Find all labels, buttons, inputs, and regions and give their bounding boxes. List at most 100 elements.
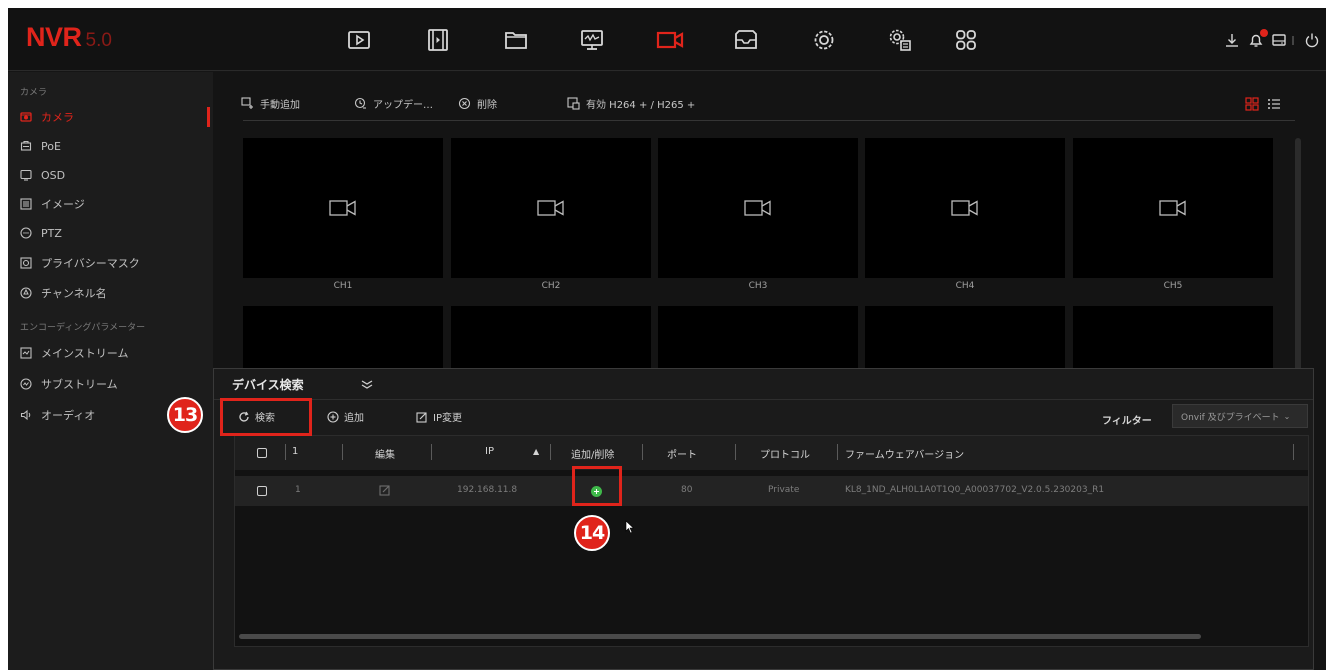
channel-label-5: CH5 xyxy=(1163,281,1183,291)
toolbar-divider xyxy=(243,120,1295,121)
delete-button[interactable]: 削除 xyxy=(458,96,497,111)
channel-tile-5[interactable] xyxy=(1073,138,1273,278)
add-button[interactable]: 追加 xyxy=(327,409,364,424)
collapse-icon[interactable] xyxy=(360,376,374,390)
select-all-checkbox[interactable] xyxy=(257,448,267,458)
sort-asc-icon[interactable]: ▲ xyxy=(533,447,539,456)
osd-icon xyxy=(20,169,32,181)
storage-icon[interactable] xyxy=(732,26,760,54)
step-marker-14: 14 xyxy=(574,515,610,551)
highlight-add-device xyxy=(572,466,622,506)
delete-icon xyxy=(458,97,471,110)
list-view-icon[interactable] xyxy=(1267,96,1281,110)
image-icon xyxy=(20,198,32,210)
download-icon[interactable] xyxy=(1224,32,1240,48)
ip-change-button[interactable]: IP変更 xyxy=(416,409,462,424)
add-circle-icon xyxy=(327,410,339,423)
horizontal-scrollbar[interactable] xyxy=(239,634,1201,639)
header-add-delete: 追加/削除 xyxy=(571,450,615,461)
sidebar-item-poe[interactable]: PoE xyxy=(8,135,213,157)
update-button[interactable]: アップデー… xyxy=(354,96,433,111)
header-protocol: プロトコル xyxy=(760,450,810,461)
table-row[interactable]: 1 192.168.11.8 80 Private KL8_1ND_ALH0L1… xyxy=(235,476,1308,506)
audio-icon xyxy=(20,409,32,421)
system-settings-icon[interactable] xyxy=(886,26,914,54)
monitor-icon[interactable] xyxy=(578,26,606,54)
camera-icon xyxy=(744,198,772,218)
row-ip: 192.168.11.8 xyxy=(457,485,518,495)
video-clips-icon[interactable] xyxy=(424,26,452,54)
alarm-badge xyxy=(1260,29,1268,37)
channel-tile-2[interactable] xyxy=(451,138,651,278)
filter-label: フィルター xyxy=(1102,416,1152,427)
device-search-dialog: デバイス検索 検索 追加 IP変更 フィルター Onvif 及びプライベート ⌄… xyxy=(213,368,1314,670)
camera-icon xyxy=(951,198,979,218)
codec-icon xyxy=(567,97,580,110)
power-icon[interactable] xyxy=(1304,32,1320,48)
sidebar-item-sub-stream[interactable]: サブストリーム xyxy=(8,373,213,395)
channel-label-4: CH4 xyxy=(955,281,975,291)
channel-tile-4[interactable] xyxy=(865,138,1065,278)
settings-icon[interactable] xyxy=(810,26,838,54)
row-protocol: Private xyxy=(768,485,800,495)
manual-add-icon xyxy=(241,97,253,109)
sidebar-item-ptz[interactable]: PTZ xyxy=(8,222,213,244)
row-port: 80 xyxy=(681,485,693,495)
camera-icon xyxy=(537,198,565,218)
mouse-cursor-icon xyxy=(625,520,635,534)
apps-grid-icon[interactable] xyxy=(952,26,980,54)
camera-icon xyxy=(20,111,32,123)
sidebar-item-main-stream[interactable]: メインストリーム xyxy=(8,342,213,364)
channel-tile-3[interactable] xyxy=(658,138,858,278)
header-ip[interactable]: IP xyxy=(485,446,494,457)
camera-icon xyxy=(1159,198,1187,218)
manual-add-button[interactable]: 手動追加 xyxy=(241,96,300,111)
row-checkbox[interactable] xyxy=(257,486,267,496)
channel-label-1: CH1 xyxy=(333,281,353,291)
edit-icon xyxy=(416,411,427,423)
sidebar-section-encoding: エンコーディングパラメーター xyxy=(20,323,146,333)
header-count: 1 xyxy=(292,446,299,457)
ptz-icon xyxy=(20,227,32,239)
camera-icon xyxy=(329,198,357,218)
grid-view-icon[interactable] xyxy=(1245,96,1259,111)
alarm-bell-icon[interactable] xyxy=(1248,29,1268,48)
playback-icon[interactable] xyxy=(345,26,373,54)
logo: NVR 5.0 xyxy=(26,22,112,52)
main-stream-icon xyxy=(20,347,32,359)
row-number: 1 xyxy=(295,485,301,495)
divider xyxy=(1292,32,1294,48)
channel-name-icon xyxy=(20,287,32,299)
sidebar-item-camera[interactable]: カメラ xyxy=(8,106,213,128)
header-port: ポート xyxy=(667,450,697,461)
sidebar: カメラ カメラ PoE OSD イメージ PTZ プライバシーマスク チャンネル… xyxy=(8,72,213,670)
folder-icon[interactable] xyxy=(502,26,530,54)
sidebar-item-privacy-mask[interactable]: プライバシーマスク xyxy=(8,252,213,274)
channel-tile-1[interactable] xyxy=(243,138,443,278)
sidebar-item-image[interactable]: イメージ xyxy=(8,193,213,215)
poe-icon xyxy=(20,140,32,152)
channel-label-2: CH2 xyxy=(541,281,561,291)
sidebar-section-camera: カメラ xyxy=(20,88,48,98)
nvr-window: NVR 5.0 カメラ カメラ PoE OSD イメージ PTZ プライバシーマ… xyxy=(8,8,1326,670)
header-edit: 編集 xyxy=(375,450,395,461)
camera-icon[interactable] xyxy=(656,26,684,54)
storage-disk-icon[interactable] xyxy=(1271,32,1287,48)
highlight-search-button xyxy=(220,398,312,436)
sidebar-item-osd[interactable]: OSD xyxy=(8,164,213,186)
step-marker-13: 13 xyxy=(167,397,203,433)
channel-label-3: CH3 xyxy=(748,281,768,291)
header-firmware: ファームウェアバージョン xyxy=(845,450,965,461)
row-edit-icon[interactable] xyxy=(379,484,391,499)
filter-select[interactable]: Onvif 及びプライベート ⌄ xyxy=(1172,404,1308,428)
update-icon xyxy=(354,97,366,109)
sub-stream-icon xyxy=(20,378,32,390)
table-header: 1 編集 IP ▲ 追加/削除 ポート プロトコル ファームウェアバージョン xyxy=(235,436,1308,470)
row-firmware: KL8_1ND_ALH0L1A0T1Q0_A00037702_V2.0.5.23… xyxy=(845,485,1105,495)
sidebar-item-channel-name[interactable]: チャンネル名 xyxy=(8,282,213,304)
top-bar: NVR 5.0 xyxy=(8,8,1326,71)
enable-codec-button[interactable]: 有効 H264 + / H265 + xyxy=(567,96,695,111)
chevron-down-icon: ⌄ xyxy=(1283,411,1291,421)
vertical-scrollbar[interactable] xyxy=(1295,138,1301,378)
dialog-title: デバイス検索 xyxy=(232,378,304,392)
